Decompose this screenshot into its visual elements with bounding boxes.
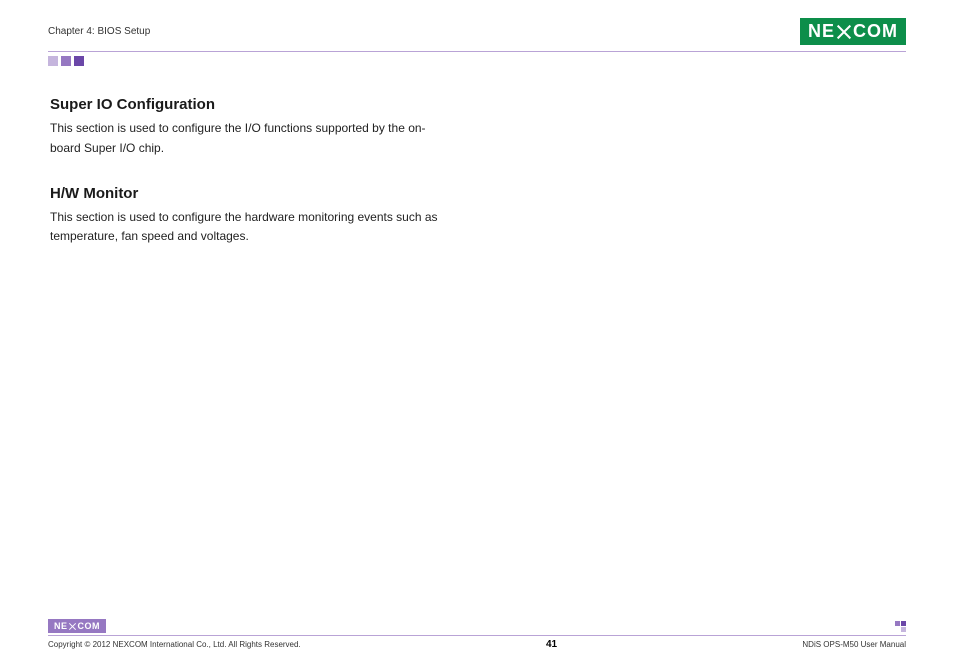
logo-text-right: COM [853,21,898,42]
footer-logo-text-left: NE [54,621,68,631]
footer-square-icon [895,627,900,632]
manual-name: NDiS OPS-M50 User Manual [802,640,906,649]
section-hw-monitor: H/W Monitor This section is used to conf… [50,185,906,248]
footer-text-row: Copyright © 2012 NEXCOM International Co… [48,639,906,650]
hw-monitor-text: This section is used to configure the ha… [50,208,450,248]
footer-square-icon [901,621,906,626]
logo-text-left: NE [808,21,835,42]
super-io-heading: Super IO Configuration [50,96,906,113]
logo-box: NE COM [800,18,906,45]
page-number: 41 [546,639,557,650]
footer-logo-x-icon [69,622,77,630]
logo-x-icon [836,24,852,40]
header-divider [48,51,906,52]
section-super-io: Super IO Configuration This section is u… [50,96,906,159]
footer-divider [48,635,906,636]
square-dark-icon [74,56,84,66]
nexcom-logo: NE COM [800,18,906,45]
page-content: Super IO Configuration This section is u… [48,96,906,247]
footer-square-icon [895,621,900,626]
square-light-icon [48,56,58,66]
footer-nexcom-logo: NE COM [48,619,106,633]
footer-logo-row: NE COM [48,619,906,633]
footer-logo-text-right: COM [78,621,101,631]
copyright-text: Copyright © 2012 NEXCOM International Co… [48,640,301,649]
hw-monitor-heading: H/W Monitor [50,185,906,202]
chapter-title: Chapter 4: BIOS Setup [48,26,150,37]
super-io-text: This section is used to configure the I/… [50,119,450,159]
footer-decorative-squares [895,621,906,632]
page-header: Chapter 4: BIOS Setup NE COM [48,18,906,45]
page-footer: NE COM Copyright © 2012 NEXCOM Internati… [48,619,906,650]
decorative-squares [48,56,906,66]
square-mid-icon [61,56,71,66]
footer-square-icon [901,627,906,632]
